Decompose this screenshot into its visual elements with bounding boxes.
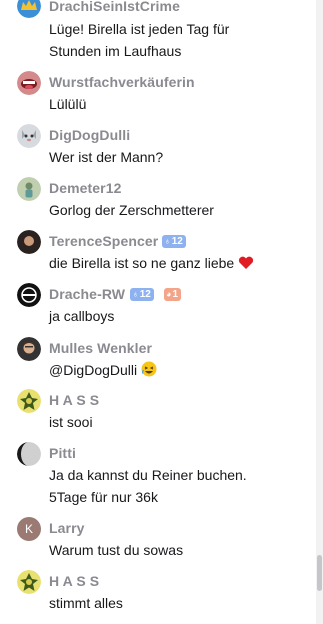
username[interactable]: Larry <box>49 520 85 537</box>
username[interactable]: DrachiSeinIstCrime <box>49 0 180 15</box>
drop-icon: ♁ <box>164 236 171 246</box>
avatar-figure-icon[interactable] <box>17 177 41 201</box>
message-text: ist sooi <box>49 414 93 430</box>
avatar-moon-icon[interactable] <box>17 442 41 466</box>
message-text: Lüge! Birella ist jeden Tag für <box>49 21 230 37</box>
chat-message-list[interactable]: DrachiSeinIstCrime Lüge! Birella ist jed… <box>0 0 316 624</box>
username[interactable]: TerenceSpencer <box>49 233 158 250</box>
avatar-mouth-icon[interactable] <box>17 71 41 95</box>
avatar-letter: K <box>24 522 33 536</box>
message-text: ja callboys <box>49 308 115 324</box>
message-text: Wer ist der Mann? <box>49 149 164 165</box>
username[interactable]: H A S S <box>49 392 99 409</box>
username[interactable]: Pitti <box>49 445 76 462</box>
badge-count: 12 <box>171 236 183 247</box>
avatar-emblem-icon[interactable] <box>17 570 41 594</box>
username[interactable]: Wurstfachverkäuferin <box>49 74 195 91</box>
avatar-person-icon[interactable] <box>17 230 41 254</box>
username[interactable]: H A S S <box>49 573 99 590</box>
message-text: Ja da kannst du Reiner buchen. <box>49 467 247 483</box>
avatar-logo-icon[interactable] <box>17 283 41 307</box>
message-text: die Birella ist so ne ganz liebe <box>49 254 254 274</box>
drop-icon: ♁ <box>132 289 139 299</box>
message-text: @DigDogDulli <box>49 361 157 381</box>
username[interactable]: Drache-RW <box>49 286 125 303</box>
username[interactable]: Mulles Wenkler <box>49 340 152 357</box>
message-text: Lülülü <box>49 96 87 112</box>
message-text: Stunden im Laufhaus <box>49 43 182 59</box>
scrollbar-track[interactable] <box>316 0 323 624</box>
avatar[interactable]: K <box>17 517 41 541</box>
message-text: Warum tust du sowas <box>49 542 184 558</box>
badge-count: 1 <box>172 289 178 300</box>
mention[interactable]: @DigDogDulli <box>49 362 137 378</box>
cheer-badge[interactable]: ◕1 <box>164 288 181 301</box>
username[interactable]: DigDogDulli <box>49 127 130 144</box>
subscriber-badge[interactable]: ♁12 <box>162 235 186 248</box>
badge-count: 12 <box>139 289 151 300</box>
cheer-icon: ◕ <box>166 289 172 299</box>
message-text: Gorlog der Zerschmetterer <box>49 202 214 218</box>
laughing-emoji-icon <box>141 361 157 381</box>
message-text-content: die Birella ist so ne ganz liebe <box>49 255 235 271</box>
subscriber-badge[interactable]: ♁12 <box>130 288 154 301</box>
avatar-cat-icon[interactable] <box>17 124 41 148</box>
username[interactable]: Demeter12 <box>49 180 122 197</box>
avatar-crown-icon[interactable] <box>17 0 41 18</box>
heart-icon <box>238 256 254 274</box>
scrollbar-thumb[interactable] <box>317 555 322 591</box>
message-text: stimmt alles <box>49 595 123 611</box>
avatar-man-icon[interactable] <box>17 337 41 361</box>
message-text: 5Tage für nur 36k <box>49 489 158 505</box>
avatar-emblem-icon[interactable] <box>17 389 41 413</box>
